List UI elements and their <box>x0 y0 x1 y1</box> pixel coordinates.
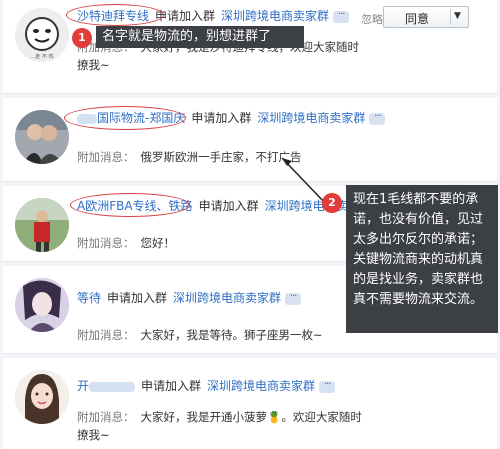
annotation-text-2: 现在1毛线都不要的承诺，也没有价值，见过太多出尔反尔的承诺；关键物流商来的动机真… <box>353 192 484 307</box>
annotation-2: 现在1毛线都不要的承诺，也没有价值，见过太多出尔反尔的承诺；关键物流商来的动机真… <box>346 185 498 333</box>
annotation-badge-2: 2 <box>322 193 342 213</box>
